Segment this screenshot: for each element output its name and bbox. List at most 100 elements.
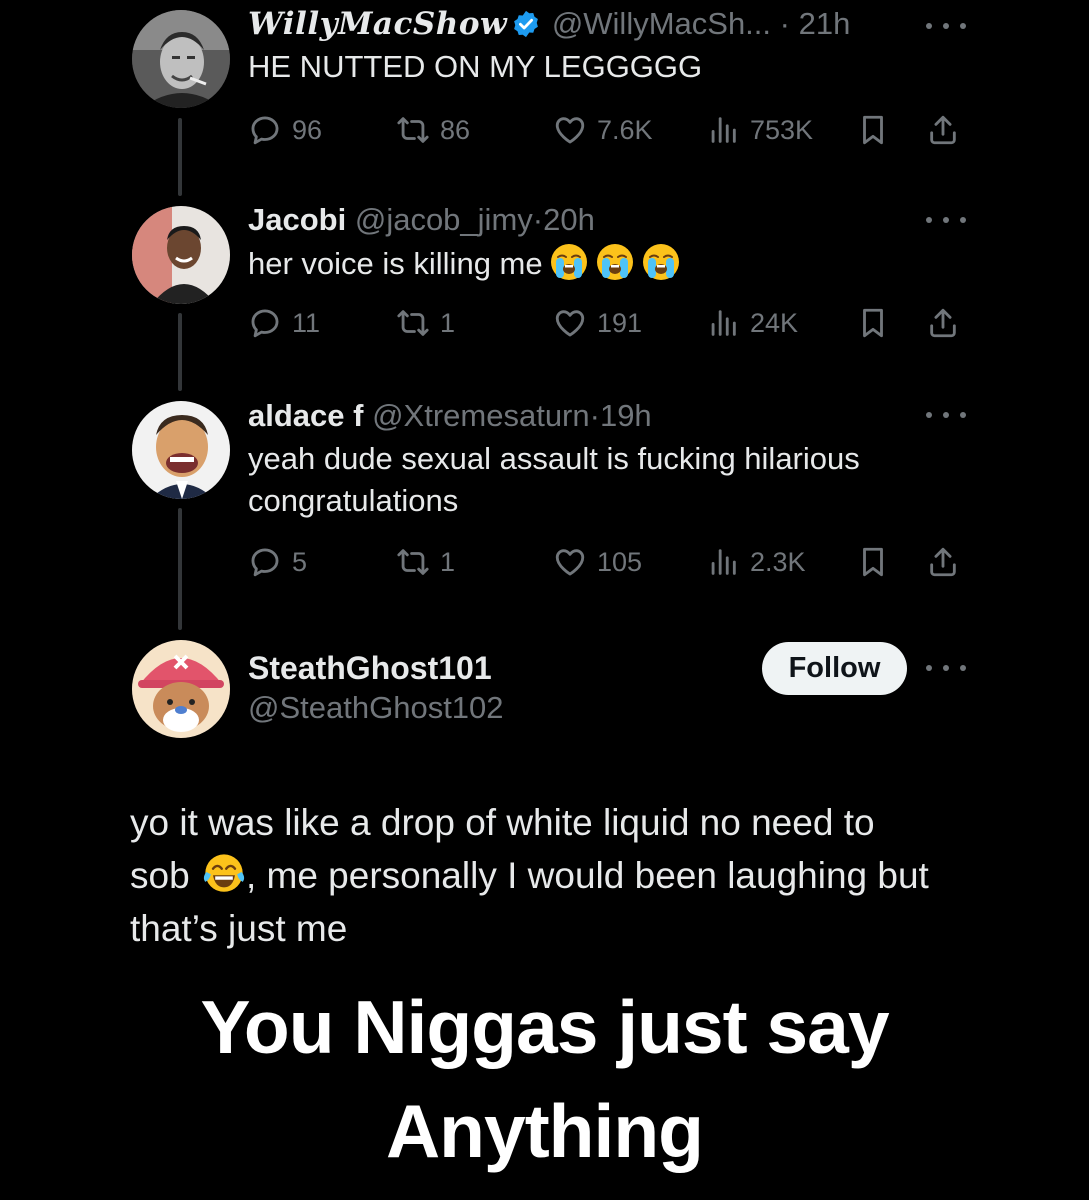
loudly-crying-face-icon [595, 242, 635, 282]
post-text-line: yo it was like a drop of white liquid no… [130, 802, 875, 843]
user-handle[interactable]: @jacob_jimy [355, 202, 533, 237]
avatar-jacobi[interactable] [132, 206, 230, 304]
repost-icon [396, 306, 430, 340]
repost-button[interactable]: 1 [396, 303, 455, 343]
bookmark-button[interactable] [856, 110, 890, 150]
tweet-text-line: yeah dude sexual assault is fucking hila… [248, 441, 860, 476]
repost-count: 1 [440, 307, 456, 338]
heart-icon [553, 306, 587, 340]
bookmark-button[interactable] [856, 542, 890, 582]
thread-connector [178, 118, 182, 196]
avatar-aldace-f[interactable] [132, 401, 230, 499]
thread-connector [178, 508, 182, 630]
timestamp[interactable]: 19h [600, 398, 652, 433]
like-count: 105 [597, 546, 643, 577]
user-handle[interactable]: @Xtremesaturn [372, 398, 590, 433]
like-button[interactable]: 105 [553, 542, 642, 582]
bookmark-icon [856, 113, 890, 147]
heart-icon [553, 113, 587, 147]
main-post-text: yo it was like a drop of white liquid no… [130, 796, 980, 955]
like-button[interactable]: 191 [553, 303, 642, 343]
bookmark-button[interactable] [856, 303, 890, 343]
share-icon [926, 113, 960, 147]
tweet-2[interactable]: Jacobi @jacob_jimy·20h her voice is kill… [248, 200, 969, 285]
meme-caption: You Niggas just say Anything [0, 975, 1089, 1183]
reply-icon [248, 306, 282, 340]
user-handle[interactable]: @WillyMacSh... [552, 6, 771, 41]
post-text-line: sob , me personally I would been laughin… [130, 849, 980, 902]
views-button[interactable]: 753K [706, 110, 813, 150]
like-button[interactable]: 7.6K [553, 110, 653, 150]
separator-dot: · [532, 202, 544, 237]
separator-dot: · [779, 6, 790, 41]
verified-badge-icon [511, 9, 541, 39]
reply-button[interactable]: 5 [248, 542, 307, 582]
tweet-text: yeah dude sexual assault is fucking hila… [248, 438, 969, 522]
reply-count: 96 [292, 114, 323, 145]
post-text-fragment: , me personally I would been laughing bu… [245, 855, 929, 896]
tweet-actions: 5 1 105 2.3K [248, 542, 968, 582]
timestamp[interactable]: 20h [543, 202, 595, 237]
tweet-actions: 96 86 7.6K 753K [248, 110, 968, 150]
display-name[interactable]: WillyMacShow [248, 6, 507, 42]
repost-button[interactable]: 86 [396, 110, 470, 150]
reply-button[interactable]: 11 [248, 303, 320, 343]
views-icon [706, 306, 740, 340]
timestamp[interactable]: 21h [799, 6, 851, 41]
tweet-text-body: her voice is killing me [248, 246, 543, 281]
view-count: 24K [750, 307, 799, 338]
screenshot: WillyMacShow @WillyMacSh... · 21h HE NUT… [0, 0, 1089, 1200]
loudly-crying-face-icon [641, 242, 681, 282]
reply-button[interactable]: 96 [248, 110, 322, 150]
tweet-text-line: congratulations [248, 483, 459, 518]
share-button[interactable] [926, 303, 960, 343]
more-options-icon[interactable] [926, 16, 966, 36]
view-count: 2.3K [750, 546, 806, 577]
share-icon [926, 545, 960, 579]
bookmark-icon [856, 545, 890, 579]
repost-count: 1 [440, 546, 456, 577]
post-text-fragment: sob [130, 855, 190, 896]
view-count: 753K [750, 114, 814, 145]
caption-line: Anything [386, 1089, 704, 1173]
avatar-willymacshow[interactable] [132, 10, 230, 108]
more-options-icon[interactable] [926, 658, 966, 678]
share-button[interactable] [926, 110, 960, 150]
repost-button[interactable]: 1 [396, 542, 455, 582]
more-options-icon[interactable] [926, 210, 966, 230]
reply-count: 5 [292, 546, 308, 577]
views-button[interactable]: 2.3K [706, 542, 806, 582]
views-icon [706, 113, 740, 147]
tweet-header: aldace f @Xtremesaturn·19h [248, 396, 969, 436]
avatar-steathghost[interactable] [132, 640, 230, 738]
like-count: 7.6K [597, 114, 653, 145]
repost-count: 86 [440, 114, 471, 145]
repost-icon [396, 113, 430, 147]
bookmark-icon [856, 306, 890, 340]
views-button[interactable]: 24K [706, 303, 798, 343]
loudly-crying-face-icon [549, 242, 589, 282]
tweet-1[interactable]: WillyMacShow @WillyMacSh... · 21h HE NUT… [248, 4, 969, 88]
caption-line: You Niggas just say [200, 985, 889, 1069]
post-text-line: that’s just me [130, 908, 348, 949]
reply-icon [248, 545, 282, 579]
tweet-header: Jacobi @jacob_jimy·20h [248, 200, 969, 240]
user-handle[interactable]: @SteathGhost102 [248, 690, 504, 725]
repost-icon [396, 545, 430, 579]
more-options-icon[interactable] [926, 405, 966, 425]
share-button[interactable] [926, 542, 960, 582]
tweet-3[interactable]: aldace f @Xtremesaturn·19h yeah dude sex… [248, 396, 969, 522]
display-name[interactable]: Jacobi [248, 202, 346, 237]
follow-button[interactable]: Follow [762, 642, 907, 695]
tweet-header: WillyMacShow @WillyMacSh... · 21h [248, 4, 969, 44]
thread-connector [178, 313, 182, 391]
like-count: 191 [597, 307, 643, 338]
tweet-actions: 11 1 191 24K [248, 303, 968, 343]
reply-icon [248, 113, 282, 147]
tweet-text: her voice is killing me [248, 242, 969, 285]
share-icon [926, 306, 960, 340]
separator-dot: · [589, 398, 600, 433]
display-name[interactable]: aldace f [248, 398, 363, 433]
tweet-text: HE NUTTED ON MY LEGGGGG [248, 49, 703, 84]
display-name[interactable]: SteathGhost101 [248, 650, 492, 686]
